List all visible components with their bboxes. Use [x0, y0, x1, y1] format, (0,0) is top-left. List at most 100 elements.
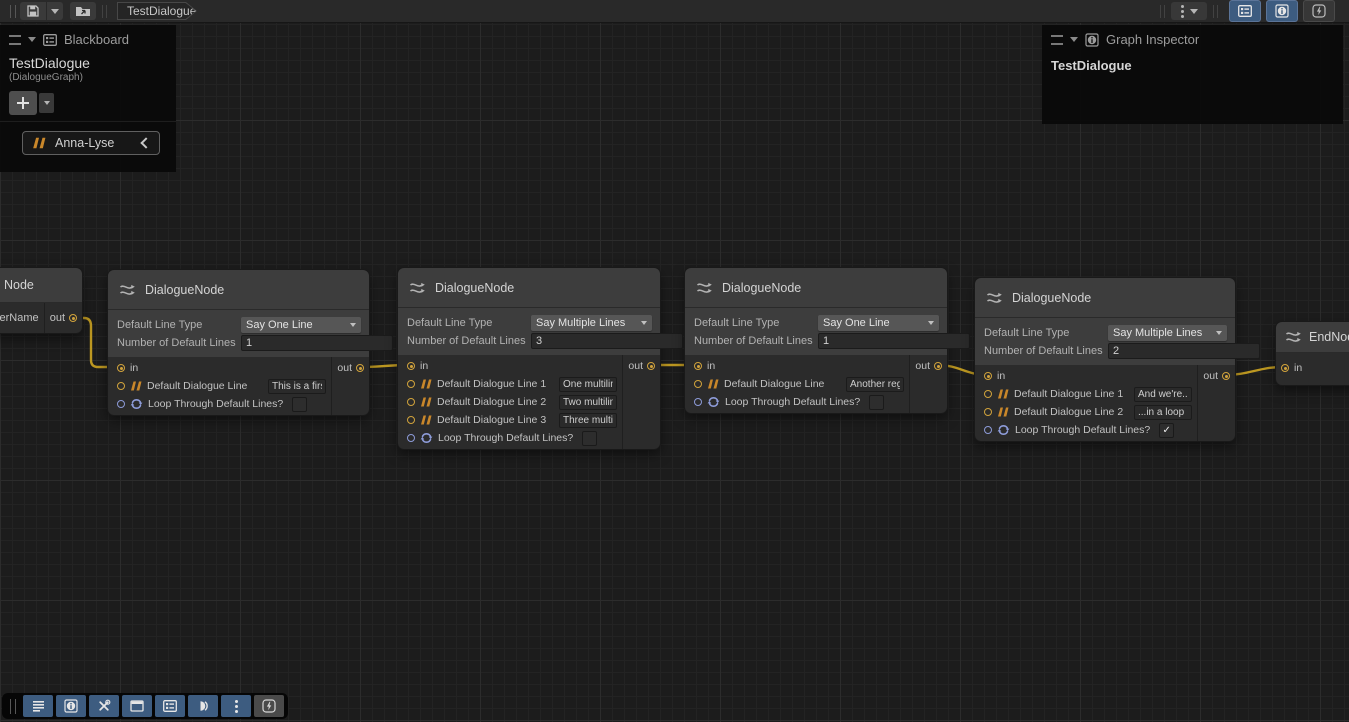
graph-tab[interactable]: TestDialogue: [117, 2, 197, 20]
inspector-header[interactable]: Graph Inspector: [1042, 25, 1343, 52]
line-type-dropdown[interactable]: Say Multiple Lines: [1108, 325, 1227, 341]
add-property-dropdown[interactable]: [39, 93, 54, 113]
num-lines-field[interactable]: [1108, 343, 1260, 359]
toolbar-drag-handle[interactable]: [10, 5, 16, 18]
save-button[interactable]: [20, 2, 46, 20]
crescent-button[interactable]: [188, 695, 218, 717]
line-port[interactable]: [694, 380, 702, 388]
blackboard-header[interactable]: Blackboard: [0, 25, 176, 52]
input-port-label: in: [997, 370, 1005, 382]
input-port[interactable]: [117, 364, 125, 372]
output-port[interactable]: [934, 362, 942, 370]
node-title-bar[interactable]: DialogueNode: [685, 268, 947, 308]
line-type-dropdown[interactable]: Say One Line: [241, 317, 361, 333]
line-type-label: Default Line Type: [403, 317, 531, 329]
num-lines-label: Number of Default Lines: [980, 345, 1108, 357]
line-port[interactable]: [407, 380, 415, 388]
start-node[interactable]: Node kerName out: [0, 268, 82, 333]
save-options-button[interactable]: [47, 2, 63, 20]
node-title-bar[interactable]: Node: [0, 268, 82, 303]
info-button[interactable]: [56, 695, 86, 717]
output-port[interactable]: [647, 362, 655, 370]
loop-port[interactable]: [407, 434, 415, 442]
loop-checkbox[interactable]: [292, 397, 307, 412]
more-button[interactable]: [221, 695, 251, 717]
list-button[interactable]: [23, 695, 53, 717]
line-value-field[interactable]: [559, 413, 617, 428]
dialogue-node[interactable]: DialogueNode Default Line Type Say One L…: [685, 268, 947, 413]
loop-checkbox[interactable]: ✓: [1159, 423, 1174, 438]
loop-checkbox[interactable]: [582, 431, 597, 446]
node-title-bar[interactable]: DialogueNode: [108, 270, 369, 310]
input-port[interactable]: [694, 362, 702, 370]
line-value-field[interactable]: [559, 377, 617, 392]
toolbar-drag-handle[interactable]: [10, 699, 16, 714]
output-port[interactable]: [69, 314, 77, 322]
dialogue-node[interactable]: DialogueNode Default Line Type Say Multi…: [975, 278, 1235, 441]
quote-icon: [130, 381, 142, 391]
loop-port[interactable]: [984, 426, 992, 434]
line-value-field[interactable]: [559, 395, 617, 410]
blackboard-toggle[interactable]: [1229, 0, 1261, 22]
input-port[interactable]: [1281, 364, 1289, 372]
line-value-field[interactable]: [268, 379, 326, 394]
chevron-left-icon[interactable]: [140, 137, 151, 148]
line-port[interactable]: [407, 416, 415, 424]
flow-icon: [1284, 330, 1302, 344]
dialogue-node[interactable]: DialogueNode Default Line Type Say One L…: [108, 270, 369, 415]
bolt-button[interactable]: [254, 695, 284, 717]
open-asset-icon: [75, 5, 91, 17]
line-value-field[interactable]: [1134, 387, 1192, 402]
line-port[interactable]: [984, 390, 992, 398]
line-type-dropdown[interactable]: Say Multiple Lines: [531, 315, 652, 331]
line-type-dropdown[interactable]: Say One Line: [818, 315, 939, 331]
tools-button[interactable]: [89, 695, 119, 717]
quote-icon: [420, 379, 432, 389]
line-port[interactable]: [117, 382, 125, 390]
blackboard-button[interactable]: [155, 695, 185, 717]
add-property-button[interactable]: [9, 91, 37, 115]
end-node[interactable]: EndNode in: [1276, 322, 1349, 385]
drag-handle-icon[interactable]: [1051, 35, 1063, 45]
bolt-toggle[interactable]: [1303, 0, 1335, 22]
loop-port[interactable]: [694, 398, 702, 406]
asset-name: TestDialogue: [9, 55, 167, 71]
input-port[interactable]: [984, 372, 992, 380]
loop-icon: [997, 424, 1010, 436]
node-title-bar[interactable]: DialogueNode: [398, 268, 660, 308]
more-options-button[interactable]: [1171, 2, 1207, 20]
input-port[interactable]: [407, 362, 415, 370]
num-lines-field[interactable]: [818, 333, 970, 349]
graph-inspector-panel: Graph Inspector TestDialogue: [1042, 25, 1343, 124]
line-label: Default Dialogue Line: [724, 378, 824, 390]
window-button[interactable]: [122, 695, 152, 717]
dialogue-node[interactable]: DialogueNode Default Line Type Say Multi…: [398, 268, 660, 449]
line-value-field[interactable]: [1134, 405, 1192, 420]
speaker-property-field[interactable]: Anna-Lyse: [22, 131, 160, 155]
node-title-bar[interactable]: EndNode: [1276, 322, 1349, 353]
output-port[interactable]: [1222, 372, 1230, 380]
inspected-asset-name: TestDialogue: [1042, 52, 1343, 79]
inspector-toggle[interactable]: [1266, 0, 1298, 22]
quote-icon: [997, 389, 1009, 399]
open-asset-button[interactable]: [70, 2, 96, 20]
output-port-label: out: [1203, 370, 1218, 382]
node-title-bar[interactable]: DialogueNode: [975, 278, 1235, 318]
info-icon: [64, 699, 78, 713]
collapse-triangle-icon[interactable]: [1070, 37, 1078, 42]
kebab-menu-icon: [235, 705, 238, 708]
line-port[interactable]: [984, 408, 992, 416]
collapse-triangle-icon[interactable]: [28, 37, 36, 42]
line-type-row: Default Line Type Say Multiple Lines: [980, 325, 1230, 340]
node-title: DialogueNode: [145, 283, 224, 297]
loop-checkbox[interactable]: [869, 395, 884, 410]
line-port[interactable]: [407, 398, 415, 406]
loop-icon: [130, 398, 143, 410]
loop-port[interactable]: [117, 400, 125, 408]
save-split-button: [20, 2, 63, 20]
line-value-field[interactable]: [846, 377, 904, 392]
output-port[interactable]: [356, 364, 364, 372]
num-lines-field[interactable]: [531, 333, 683, 349]
drag-handle-icon[interactable]: [9, 35, 21, 45]
num-lines-field[interactable]: [241, 335, 393, 351]
